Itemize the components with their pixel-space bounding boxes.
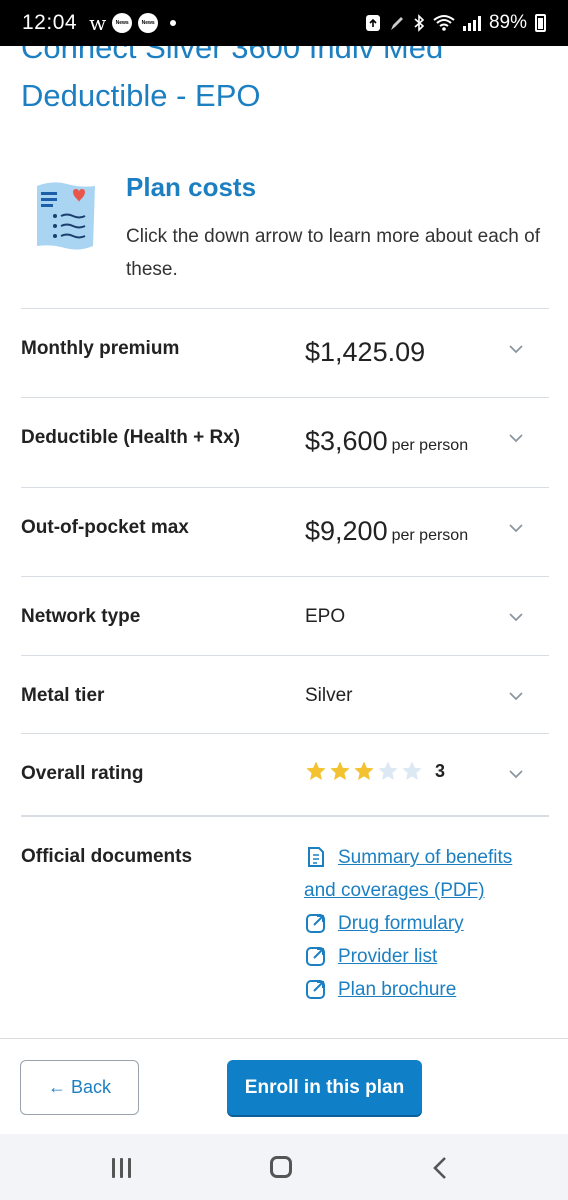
summary-link-line2: and coverages (PDF) <box>304 880 485 901</box>
drug-formulary-link[interactable]: Drug formulary <box>305 907 545 940</box>
rating-number: 3 <box>435 760 446 781</box>
bluetooth-icon <box>414 14 425 32</box>
star-empty-icon <box>402 761 422 780</box>
plan-costs-header: Plan costs Click the down arrow to learn… <box>21 172 549 292</box>
deductible-amount: $3,600 <box>305 426 388 456</box>
news-icon: News <box>138 13 159 33</box>
star-filled-icon <box>306 761 326 780</box>
oop-max-amount: $9,200 <box>305 516 388 546</box>
recent-apps-icon[interactable] <box>112 1158 134 1178</box>
chevron-down-icon[interactable] <box>509 689 523 703</box>
star-rating: 3 <box>305 760 445 782</box>
drug-formulary-text: Drug formulary <box>338 913 464 934</box>
document-icon <box>308 847 324 867</box>
news-icon: News <box>112 13 133 33</box>
dot-icon <box>170 20 177 26</box>
star-filled-icon <box>354 761 374 780</box>
summary-link-line1: Summary of benefits <box>338 847 513 868</box>
row-label: Official documents <box>21 846 193 867</box>
summary-of-benefits-link-cont[interactable]: and coverages (PDF) <box>304 874 545 907</box>
row-value: $3,600 per person <box>305 426 468 457</box>
back-button[interactable]: ← Back <box>20 1060 139 1115</box>
chevron-down-icon[interactable] <box>509 431 523 445</box>
provider-list-text: Provider list <box>338 946 438 967</box>
plan-brochure-link[interactable]: Plan brochure <box>305 973 545 1006</box>
home-icon[interactable] <box>270 1156 292 1178</box>
row-value: $9,200 per person <box>305 516 468 547</box>
plan-brochure-text: Plan brochure <box>338 979 457 1000</box>
per-person-suffix: per person <box>391 527 469 544</box>
row-label: Network type <box>21 606 141 627</box>
row-label: Overall rating <box>21 763 144 784</box>
footer-actions: ← Back Enroll in this plan <box>0 1038 568 1134</box>
network-type-value: EPO <box>305 606 346 627</box>
summary-of-benefits-link[interactable]: Summary of benefits <box>305 841 545 874</box>
star-empty-icon <box>378 761 398 780</box>
row-label: Monthly premium <box>21 338 180 359</box>
star-filled-icon <box>330 761 350 780</box>
external-link-icon <box>306 980 325 999</box>
chevron-down-icon[interactable] <box>509 610 523 624</box>
status-bar: 12:04 w News News 89% <box>0 0 568 46</box>
plan-costs-description: Click the down arrow to learn more about… <box>126 226 540 280</box>
chevron-down-icon[interactable] <box>509 521 523 535</box>
plan-title-line2: Deductible - EPO <box>21 78 261 113</box>
status-time: 12:04 <box>22 11 78 34</box>
back-nav-icon[interactable] <box>432 1156 448 1180</box>
row-out-of-pocket-max[interactable]: Out-of-pocket max $9,200 per person <box>21 487 549 576</box>
external-link-icon <box>306 914 325 933</box>
row-network-type[interactable]: Network type EPO <box>21 576 549 655</box>
row-label: Out-of-pocket max <box>21 517 189 538</box>
row-value: $1,425.09 <box>305 337 425 368</box>
pen-icon <box>390 17 403 30</box>
premium-amount: $1,425.09 <box>305 337 426 367</box>
bill-illustration-icon <box>37 182 95 250</box>
row-official-documents: Official documents Summary of benefits a… <box>21 815 549 1038</box>
plan-costs-title: Plan costs <box>126 172 257 202</box>
row-label: Metal tier <box>21 685 105 706</box>
system-nav-bar <box>0 1134 568 1200</box>
wifi-icon <box>433 15 455 31</box>
row-monthly-premium[interactable]: Monthly premium $1,425.09 <box>21 308 549 397</box>
external-link-icon <box>306 947 325 966</box>
battery-icon <box>535 14 546 32</box>
documents-list: Summary of benefits and coverages (PDF) … <box>304 841 545 1006</box>
recycle-icon <box>365 15 380 31</box>
row-metal-tier[interactable]: Metal tier Silver <box>21 655 549 733</box>
row-label: Deductible (Health + Rx) <box>21 427 241 448</box>
row-overall-rating[interactable]: Overall rating 3 <box>21 733 549 815</box>
enroll-button[interactable]: Enroll in this plan <box>227 1060 422 1115</box>
per-person-suffix: per person <box>391 437 469 454</box>
chevron-down-icon[interactable] <box>509 767 523 781</box>
w-icon: w <box>89 11 107 35</box>
row-deductible[interactable]: Deductible (Health + Rx) $3,600 per perso… <box>21 397 549 487</box>
chevron-down-icon[interactable] <box>509 342 523 356</box>
signal-icon <box>462 15 481 31</box>
battery-percent: 89% <box>488 12 527 33</box>
provider-list-link[interactable]: Provider list <box>305 940 545 973</box>
metal-tier-value: Silver <box>305 685 353 706</box>
